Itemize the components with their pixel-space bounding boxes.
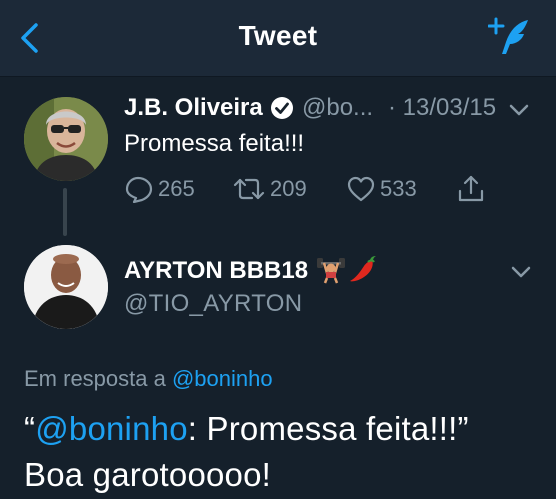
weight-lifter-emoji-icon xyxy=(317,258,345,284)
quote-open: “ xyxy=(24,410,36,447)
like-button[interactable]: 533 xyxy=(346,174,417,204)
avatar-jb-oliveira[interactable] xyxy=(24,97,108,181)
quote-mention-link[interactable]: @boninho xyxy=(35,410,188,447)
retweet-count: 209 xyxy=(270,176,307,201)
share-button[interactable] xyxy=(456,174,490,204)
share-icon xyxy=(458,175,484,202)
reply-count: 265 xyxy=(158,176,195,201)
page-title: Tweet xyxy=(238,20,318,51)
reply-icon xyxy=(125,176,153,203)
reply-button[interactable]: 265 xyxy=(124,174,195,204)
avatar-ayrton[interactable] xyxy=(24,245,108,329)
tweet2-handle[interactable]: @TIO_AYRTON xyxy=(124,290,302,318)
tweet2-text-line2: Boa garotooooo! xyxy=(24,456,272,493)
compose-tweet-icon[interactable] xyxy=(488,14,534,60)
tweet1-date: · 13/03/15 xyxy=(388,94,497,121)
like-count: 533 xyxy=(380,176,417,201)
tweet1-handle[interactable]: @bo... xyxy=(302,94,373,122)
tweet2-menu-chevron-icon[interactable] xyxy=(510,264,532,280)
tweet1-text: Promessa feita!!! xyxy=(124,130,305,157)
retweet-button[interactable]: 209 xyxy=(232,174,307,204)
tweet2-display-name[interactable]: AYRTON BBB18 xyxy=(124,257,308,285)
quote-text: : Promessa feita!!!” xyxy=(187,410,469,447)
retweet-icon xyxy=(233,178,265,200)
heart-icon xyxy=(347,176,375,202)
reply-mention-link[interactable]: @boninho xyxy=(172,366,273,391)
avatar-photo-icon xyxy=(24,245,108,329)
tweet1-display-name[interactable]: J.B. Oliveira xyxy=(124,94,263,122)
top-bar: Tweet xyxy=(0,0,556,77)
thread-connector-line xyxy=(63,188,67,236)
avatar-photo-icon xyxy=(24,97,108,181)
reply-prefix: Em resposta a xyxy=(24,366,166,391)
reply-context: Em resposta a @boninho xyxy=(24,366,273,392)
tweet-detail-screen: Tweet J.B. Oliveira @bo... · 13/03/15 Pr… xyxy=(0,0,556,499)
tweet2-text-line1: “@boninho: Promessa feita!!!” xyxy=(24,410,469,448)
tweet1-menu-chevron-icon[interactable] xyxy=(508,102,530,118)
verified-badge-icon xyxy=(271,97,293,119)
hot-pepper-emoji-icon xyxy=(350,256,376,282)
